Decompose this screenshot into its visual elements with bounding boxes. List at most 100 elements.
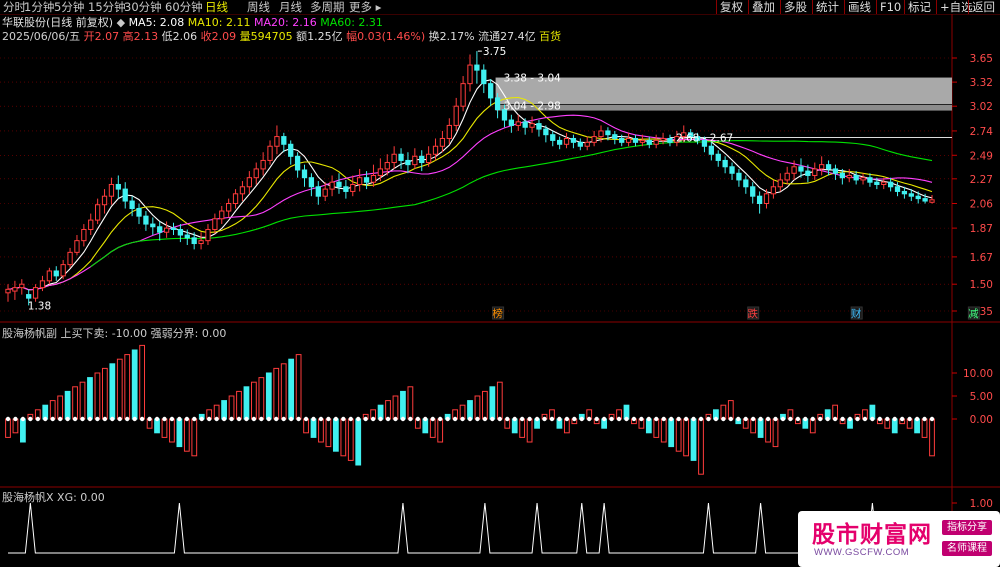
- event-marker-2: 财: [851, 307, 862, 320]
- watermark-logo: 股市财富网 WWW.GSCFW.COM 指标分享 名师课程: [798, 511, 1000, 567]
- candle-body: [536, 123, 542, 130]
- indicator-bar: [191, 418, 198, 457]
- zero-dot: [832, 416, 838, 422]
- indicator-bar: [340, 418, 347, 457]
- zero-dot: [296, 416, 301, 422]
- zero-dot: [20, 416, 26, 422]
- indicator-bar: [64, 390, 71, 420]
- indicator-bar: [467, 400, 473, 420]
- candle-body: [281, 136, 287, 145]
- zero-dot: [795, 416, 801, 422]
- candle-body: [494, 97, 501, 111]
- price-annotation-3: 2.68 - 2.67: [676, 133, 733, 145]
- indicator-bar: [347, 418, 354, 461]
- watermark-title: 股市财富网: [812, 521, 932, 548]
- indicator-bar: [668, 418, 675, 448]
- indicator-bar: [116, 358, 123, 420]
- indicator-bar: [251, 381, 257, 420]
- indicator-bar: [683, 418, 689, 457]
- indicator-bar: [169, 418, 175, 443]
- watermark-tag-share: 指标分享: [942, 520, 992, 535]
- candle-body: [398, 153, 404, 161]
- zero-dot: [132, 416, 137, 422]
- zero-dot: [259, 416, 264, 422]
- candle-body: [453, 105, 459, 126]
- indicator-bar: [101, 367, 108, 420]
- candle-body: [750, 186, 756, 197]
- indicator-bar: [392, 395, 399, 420]
- candle-body: [184, 234, 190, 239]
- candle-body: [874, 181, 880, 185]
- zero-dot: [631, 416, 637, 422]
- candle-body: [508, 119, 515, 126]
- zero-dot: [870, 416, 875, 422]
- zero-dot: [572, 416, 577, 422]
- candle-body: [619, 137, 625, 143]
- candle-body: [550, 134, 556, 141]
- candle-body: [557, 139, 563, 145]
- candle-body: [405, 159, 411, 166]
- zero-dot: [661, 416, 666, 422]
- candle-body: [653, 139, 659, 145]
- indicator-bar: [526, 418, 533, 443]
- candle-body: [74, 240, 80, 253]
- indicator-bar: [288, 358, 295, 420]
- zero-dot: [721, 416, 726, 422]
- zero-dot: [728, 416, 734, 422]
- zero-dot: [184, 416, 190, 422]
- zero-dot: [475, 416, 480, 422]
- zero-dot: [214, 416, 219, 422]
- candle-body: [253, 168, 259, 179]
- candle-body: [308, 177, 315, 188]
- zero-dot: [639, 416, 644, 422]
- indicator-bar: [131, 349, 138, 420]
- candle-body: [860, 177, 866, 181]
- indicator-bar: [20, 418, 26, 443]
- indicator-bar: [727, 400, 734, 420]
- indicator-bar: [161, 418, 168, 438]
- candle-body: [446, 124, 452, 139]
- zero-dot: [497, 416, 503, 422]
- candle-body: [715, 153, 721, 161]
- price-tick-label-4: 2.49: [970, 150, 993, 162]
- candle-body: [205, 228, 211, 242]
- candle-body: [315, 186, 321, 197]
- zero-dot: [318, 416, 324, 422]
- candle-body: [350, 183, 356, 192]
- candle-body: [143, 215, 149, 225]
- candle-body: [39, 280, 46, 289]
- zero-dot: [512, 416, 517, 422]
- zero-dot: [95, 416, 100, 422]
- indicator-bar: [653, 418, 660, 438]
- candle-body: [584, 141, 590, 147]
- candle-body: [825, 164, 832, 170]
- resistance-box-lower: [495, 104, 952, 111]
- candle-body: [756, 195, 763, 205]
- candle-body: [832, 168, 839, 174]
- candle-body: [577, 141, 583, 147]
- candle-body: [881, 181, 887, 185]
- zero-dot: [691, 416, 696, 422]
- indicator-bar: [5, 418, 11, 438]
- candle-body: [763, 193, 770, 205]
- zero-dot: [758, 416, 763, 422]
- indicator-bar: [109, 363, 116, 420]
- candle-body: [543, 128, 549, 136]
- zero-dot: [288, 416, 294, 422]
- candle-body: [177, 228, 184, 236]
- zero-dot: [601, 416, 607, 422]
- zero-dot: [326, 416, 331, 422]
- zero-dot: [5, 416, 11, 422]
- indicator-bar: [474, 395, 481, 420]
- candle-body: [384, 162, 390, 170]
- kline-chart-canvas[interactable]: 3.65 3.32 3.02 2.74 2.49 2.27 2.06 1.87 1.67 1.50…: [0, 0, 1000, 567]
- candle-body: [908, 193, 914, 197]
- candle-body: [46, 270, 53, 282]
- candle-body: [136, 207, 142, 217]
- indicator-bar: [57, 395, 64, 420]
- price-tick-label-7: 1.87: [970, 223, 993, 235]
- indicator-bar: [400, 390, 406, 420]
- indicator-bar: [489, 386, 496, 420]
- candle-body: [129, 200, 135, 209]
- zero-dot: [907, 416, 912, 422]
